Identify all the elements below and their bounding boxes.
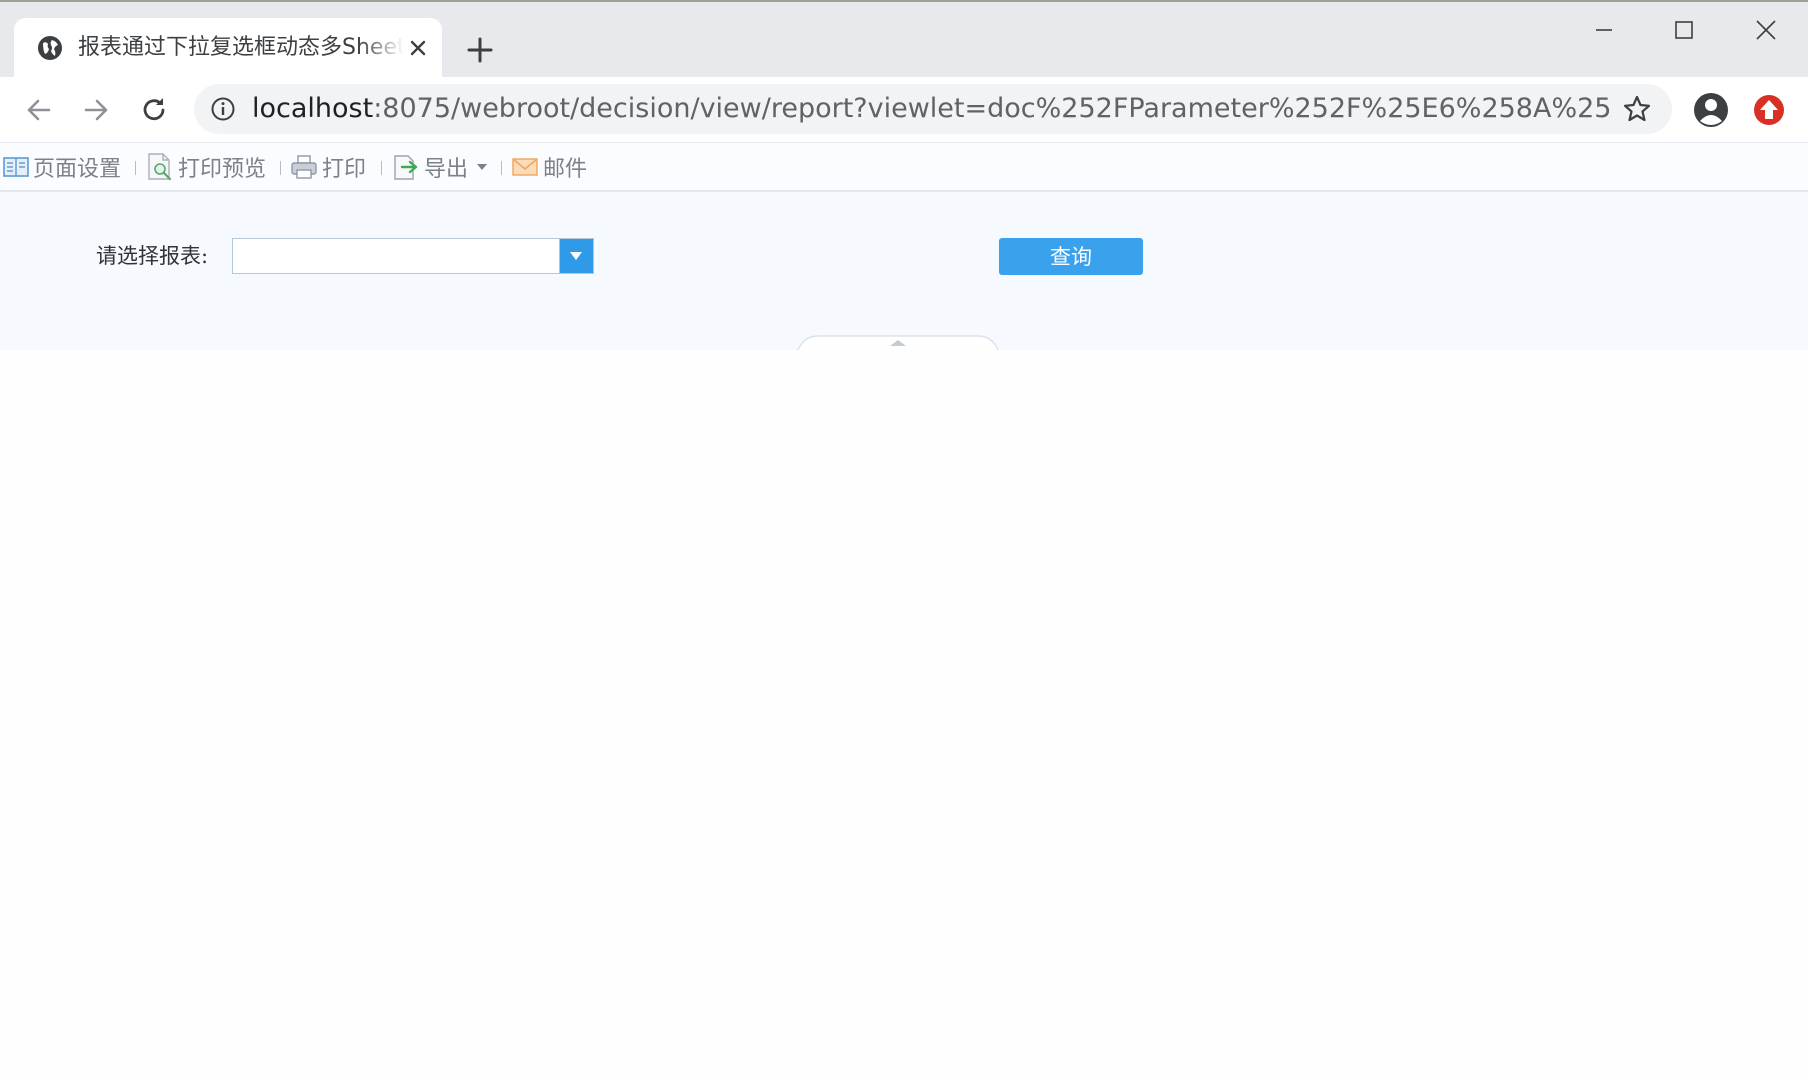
export-icon [394,155,418,180]
mail-icon [512,158,538,176]
toolbar-divider [381,161,382,175]
maximize-icon[interactable] [1664,16,1704,52]
print-icon [291,155,317,179]
update-arrow-icon[interactable] [1750,91,1788,129]
url-host: localhost [252,93,374,124]
globe-icon [38,36,62,60]
forward-arrow-icon[interactable] [76,90,116,130]
report-select-input[interactable] [233,239,559,273]
chevron-down-icon [570,252,582,260]
page-setup-icon [3,157,29,177]
minimize-icon[interactable] [1584,16,1624,52]
toolbar-divider [501,161,502,175]
report-select-label: 请选择报表: [96,244,209,268]
toolbar-print-button[interactable]: 打印 [290,151,366,183]
parameter-panel: 请选择报表: 查询 [0,192,1808,350]
profile-avatar-icon[interactable] [1692,91,1730,129]
toolbar-label: 页面设置 [33,157,122,182]
toolbar-mail-button[interactable]: 邮件 [511,151,587,183]
toolbar-export-button[interactable]: 导出 [392,151,490,183]
toolbar-label: 打印 [322,157,367,182]
query-button[interactable]: 查询 [999,238,1143,275]
toolbar-print-preview-button[interactable]: 打印预览 [146,151,266,183]
report-toolbar: 页面设置 打印预览 打印 导出 邮件 [0,142,1808,192]
toolbar-page-setup-button[interactable]: 页面设置 [3,151,121,183]
star-icon[interactable] [1622,94,1652,124]
url-text[interactable]: localhost:8075/webroot/decision/view/rep… [252,84,1612,134]
toolbar-label: 导出 [424,157,469,182]
browser-nav-bar: localhost:8075/webroot/decision/view/rep… [0,77,1808,142]
window-close-icon[interactable] [1746,16,1786,52]
browser-tab-strip: 报表通过下拉复选框动态多Sheet [0,0,1808,79]
toolbar-label: 打印预览 [178,157,267,182]
reload-icon[interactable] [134,90,174,130]
toolbar-label: 邮件 [543,157,588,182]
toolbar-divider [135,161,136,175]
close-icon[interactable] [404,34,432,62]
plus-icon[interactable] [462,32,498,68]
address-bar[interactable]: localhost:8075/webroot/decision/view/rep… [194,84,1672,134]
info-icon[interactable] [210,96,236,122]
combo-dropdown-button[interactable] [559,239,593,273]
caret-down-icon [477,164,488,170]
toolbar-divider [280,161,281,175]
collapse-panel-handle[interactable] [796,332,1000,350]
tab-title: 报表通过下拉复选框动态多Sheet [78,35,404,60]
browser-tab[interactable]: 报表通过下拉复选框动态多Sheet [14,18,442,79]
url-path: :8075/webroot/decision/view/report?viewl… [373,93,1612,124]
report-multiselect-combo[interactable] [232,238,594,274]
print-preview-icon [148,153,172,181]
back-arrow-icon[interactable] [19,90,59,130]
